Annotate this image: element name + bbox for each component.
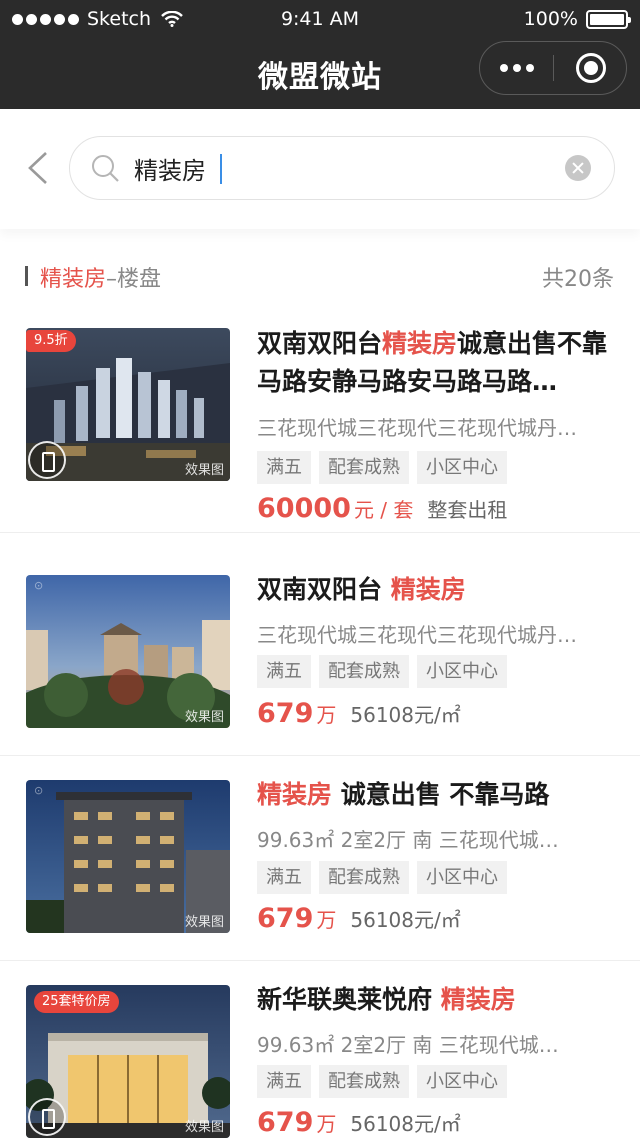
listing-thumbnail[interactable]: ⊙ 效果图 [26, 575, 230, 728]
price-value: 679 [257, 698, 314, 729]
watermark-icon: ⊙ [34, 784, 44, 797]
battery-percent: 100% [523, 8, 578, 30]
feature-tag: 配套成熟 [319, 1065, 409, 1098]
section-marker [25, 266, 28, 286]
listing-subtitle: 三花现代城三花现代三花现代城丹… [257, 623, 577, 647]
listing-thumbnail[interactable]: 25套特价房 效果图 [26, 985, 230, 1138]
feature-tag: 配套成熟 [319, 451, 409, 484]
search-icon [92, 155, 119, 182]
listing-title[interactable]: 新华联奥莱悦府 精装房 [257, 981, 619, 1019]
price-value: 60000 [257, 493, 351, 524]
feature-tag: 小区中心 [417, 655, 507, 688]
capsule-divider [553, 55, 554, 81]
promotion-badge: 25套特价房 [34, 991, 119, 1013]
listing-tags: 满五 配套成熟 小区中心 [257, 655, 507, 688]
price-value: 679 [257, 903, 314, 934]
price-per-sqm: 56108元/㎡ [350, 703, 461, 727]
search-query[interactable]: 精装房 [134, 151, 206, 186]
more-options-button[interactable] [480, 42, 554, 93]
thumbnail-caption: 效果图 [184, 1120, 224, 1135]
listing-thumbnail[interactable]: 9.5折 效果图 [26, 328, 230, 481]
listing-title[interactable]: 双南双阳台 精装房 [257, 571, 619, 609]
price-per-sqm: 56108元/㎡ [350, 1112, 461, 1136]
search-area: 精装房 [0, 109, 640, 229]
title-keyword: 精装房 [440, 985, 516, 1014]
listing-item[interactable]: 9.5折 效果图 双南双阳台精装房诚意出售不靠马路安静马路安马路马路… 三花现代… [0, 328, 640, 533]
vr-play-icon[interactable] [28, 441, 66, 479]
search-input[interactable]: 精装房 [69, 136, 615, 200]
result-title: 精装房–楼盘 [40, 261, 161, 293]
listing-price: 679 万 56108元/㎡ [257, 698, 461, 729]
listing-tags: 满五 配套成熟 小区中心 [257, 1065, 507, 1098]
vr-play-icon[interactable] [28, 1098, 66, 1136]
back-arrow-icon[interactable] [26, 151, 50, 185]
listing-item[interactable]: 25套特价房 效果图 新华联奥莱悦府 精装房 99.63㎡ 2室2厅 南 三花现… [0, 961, 640, 1139]
listing-item[interactable]: ⊙ 效果图 精装房 诚意出售 不靠马路 99.63㎡ 2室2厅 南 三花现代城…… [0, 756, 640, 961]
thumbnail-caption: 效果图 [184, 915, 224, 930]
price-unit: 万 [316, 908, 337, 932]
title-text: 新华联奥莱悦府 [257, 985, 441, 1014]
discount-badge: 9.5折 [26, 330, 76, 352]
listing-subtitle: 99.63㎡ 2室2厅 南 三花现代城… [257, 1033, 559, 1057]
close-miniprogram-button[interactable] [576, 53, 606, 83]
listing-title[interactable]: 双南双阳台精装房诚意出售不靠马路安静马路安马路马路… [257, 325, 619, 401]
feature-tag: 满五 [257, 1065, 311, 1098]
title-keyword: 精装房 [257, 780, 333, 809]
price-per-sqm: 56108元/㎡ [350, 908, 461, 932]
price-note: 整套出租 [427, 498, 508, 522]
feature-tag: 满五 [257, 451, 311, 484]
feature-tag: 配套成熟 [319, 655, 409, 688]
listing-item[interactable]: ⊙ 效果图 双南双阳台 精装房 三花现代城三花现代三花现代城丹… 满五 配套成熟… [0, 550, 640, 756]
battery-icon [586, 9, 631, 29]
feature-tag: 配套成熟 [319, 861, 409, 894]
price-value: 679 [257, 1107, 314, 1138]
result-keyword: 精装房 [40, 267, 107, 292]
result-count: 共20条 [542, 267, 614, 292]
feature-tag: 小区中心 [417, 1065, 507, 1098]
price-unit: 万 [316, 703, 337, 727]
title-text: 双南双阳台 [257, 329, 383, 358]
text-cursor [220, 154, 222, 184]
result-header: 精装房–楼盘 共20条 [0, 255, 640, 295]
listing-price: 60000 元 / 套 整套出租 [257, 493, 507, 524]
title-text: 诚意出售 不靠马路 [332, 780, 550, 809]
price-unit: 万 [316, 1112, 337, 1136]
title-keyword: 精装房 [382, 329, 458, 358]
feature-tag: 小区中心 [417, 451, 507, 484]
title-text: 双南双阳台 [257, 575, 391, 604]
thumbnail-caption: 效果图 [184, 710, 224, 725]
listing-subtitle: 三花现代城三花现代三花现代城丹… [257, 416, 577, 440]
listing-tags: 满五 配套成熟 小区中心 [257, 861, 507, 894]
result-category: –楼盘 [106, 267, 162, 292]
clear-search-button[interactable] [565, 155, 591, 181]
feature-tag: 小区中心 [417, 861, 507, 894]
thumbnail-caption: 效果图 [184, 463, 224, 478]
feature-tag: 满五 [257, 861, 311, 894]
miniprogram-capsule [479, 41, 627, 95]
title-keyword: 精装房 [390, 575, 466, 604]
listing-price: 679 万 56108元/㎡ [257, 903, 461, 934]
feature-tag: 满五 [257, 655, 311, 688]
status-right: 100% [523, 8, 631, 30]
status-bar: Sketch 9:41 AM 100% [0, 0, 640, 40]
watermark-icon: ⊙ [34, 579, 44, 592]
price-unit: 元 / 套 [353, 498, 414, 522]
listing-tags: 满五 配套成熟 小区中心 [257, 451, 507, 484]
top-navigation-bar: Sketch 9:41 AM 100% 微盟微站 [0, 0, 640, 109]
listing-title[interactable]: 精装房 诚意出售 不靠马路 [257, 776, 619, 814]
listing-price: 679 万 56108元/㎡ [257, 1107, 461, 1138]
listing-subtitle: 99.63㎡ 2室2厅 南 三花现代城… [257, 828, 559, 852]
listing-thumbnail[interactable]: ⊙ 效果图 [26, 780, 230, 933]
